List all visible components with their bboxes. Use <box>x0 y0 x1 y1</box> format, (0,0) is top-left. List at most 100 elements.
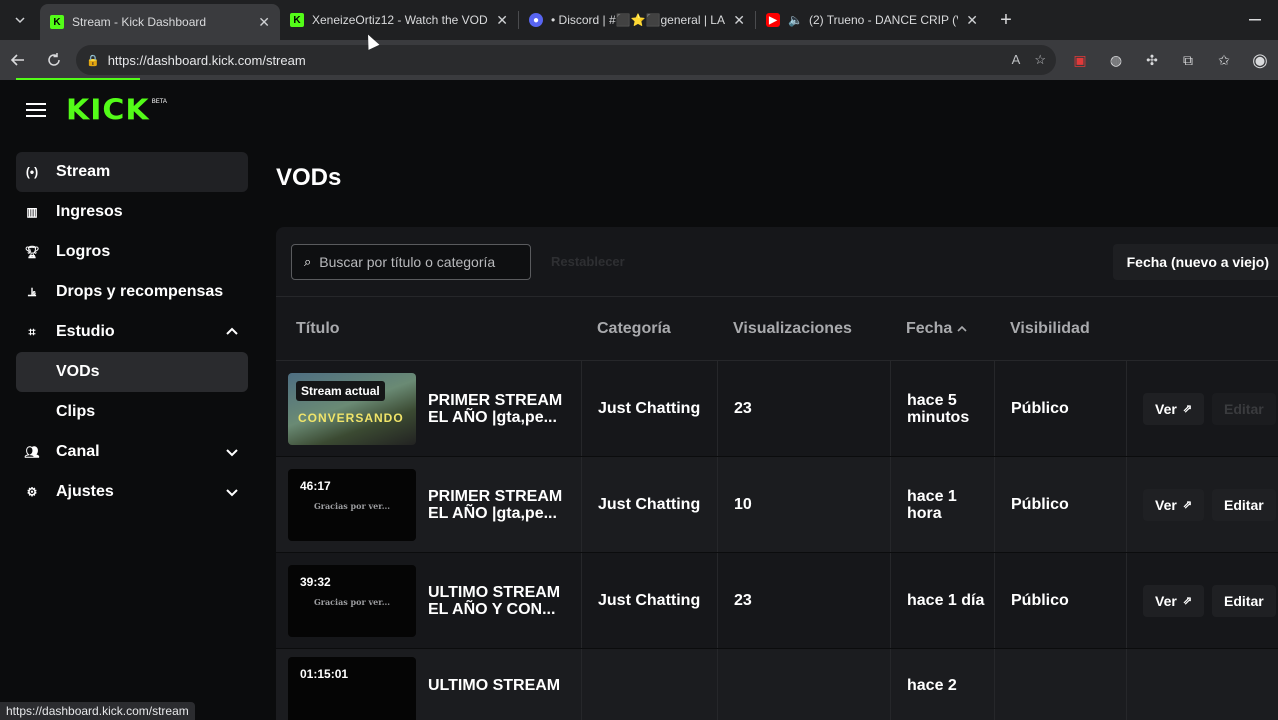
chart-icon: ▥ <box>26 205 38 219</box>
column-header-views[interactable]: Visualizaciones <box>717 297 890 360</box>
view-button[interactable]: Ver ⇗ <box>1143 584 1205 617</box>
vod-title[interactable]: PRIMER STREAM EL AÑO |gta,pe... <box>428 392 568 426</box>
split-screen-icon[interactable]: ⧉ <box>1170 40 1206 80</box>
column-header-category[interactable]: Categoría <box>581 297 717 360</box>
address-bar-row: 🔒 https://dashboard.kick.com/stream A ☆ … <box>0 40 1278 80</box>
lock-icon[interactable]: 🔒 <box>86 54 100 67</box>
kick-dashboard: KICK BETA (•) Stream ▥ Ingresos 🏆︎ Logro… <box>0 80 1278 720</box>
sidebar-item-drops[interactable]: ⫡ Drops y recompensas <box>16 272 248 312</box>
vod-actions <box>1126 649 1278 720</box>
sidebar-item-ingresos[interactable]: ▥ Ingresos <box>16 192 248 232</box>
view-button[interactable]: Ver ⇗ <box>1143 488 1205 521</box>
edit-button[interactable]: Editar <box>1212 488 1276 521</box>
vod-title[interactable]: PRIMER STREAM EL AÑO |gta,pe... <box>428 488 568 522</box>
favorites-icon[interactable]: ✩ <box>1206 40 1242 80</box>
gift-icon: ⫡ <box>27 284 36 299</box>
extensions-puzzle-icon[interactable]: ✣ <box>1134 40 1170 80</box>
vod-thumbnail[interactable]: 39:32 Gracias por ver... <box>288 564 416 637</box>
column-header-title[interactable]: Título <box>276 297 581 360</box>
vod-views: 23 <box>717 361 890 456</box>
extension-icon[interactable]: ◍ <box>1098 40 1134 80</box>
sidebar-item-clips[interactable]: Clips <box>16 392 248 432</box>
column-header-date[interactable]: Fecha <box>890 297 994 360</box>
reload-button[interactable] <box>36 40 72 80</box>
table-row[interactable]: 46:17 Gracias por ver... PRIMER STREAM E… <box>276 457 1278 553</box>
search-input[interactable]: ⌕ Buscar por título o categoría <box>291 243 531 280</box>
reset-filter-button[interactable]: Restablecer <box>551 254 625 269</box>
reload-icon <box>48 53 60 66</box>
minimize-icon <box>1249 19 1261 21</box>
close-icon[interactable]: ✕ <box>725 12 745 29</box>
chevron-down-icon <box>226 449 238 457</box>
tab-title: XeneizeOrtiz12 - Watch the VOD o <box>312 13 489 27</box>
edit-button[interactable]: Editar <box>1212 392 1276 425</box>
browser-tab[interactable]: K Stream - Kick Dashboard ✕ <box>40 4 280 40</box>
speaker-icon[interactable]: 🔈 <box>788 13 803 27</box>
close-icon[interactable]: ✕ <box>250 14 270 31</box>
view-button[interactable]: Ver ⇗ <box>1143 392 1205 425</box>
edit-button[interactable]: Editar <box>1212 584 1276 617</box>
thumbnail-caption: Gracias por ver... <box>313 500 391 511</box>
tab-title: • Discord | #⬛⭐⬛general | LA NAT <box>551 13 725 27</box>
vod-date: hace 1 día <box>890 553 994 648</box>
browser-tab[interactable]: K XeneizeOrtiz12 - Watch the VOD o ✕ <box>280 0 518 40</box>
vod-duration: 46:17 <box>300 478 331 493</box>
vod-thumbnail[interactable]: Stream actual CONVERSANDO <box>288 372 416 445</box>
sidebar-item-canal[interactable]: 👥︎ Canal <box>16 432 248 472</box>
chevron-down-icon <box>15 17 25 24</box>
sidebar-item-ajustes[interactable]: ⚙ Ajustes <box>16 472 248 512</box>
tab-list-button[interactable] <box>0 0 40 40</box>
vod-date: hace 2 <box>890 649 994 720</box>
vod-category: Just Chatting <box>581 457 717 552</box>
table-row[interactable]: 01:15:01 ULTIMO STREAM hace 2 <box>276 649 1278 720</box>
url-field[interactable]: 🔒 https://dashboard.kick.com/stream A ☆ <box>76 45 1056 75</box>
button-label: Ver <box>1155 496 1177 513</box>
read-aloud-icon[interactable]: A <box>1012 52 1021 68</box>
column-header-visibility[interactable]: Visibilidad <box>994 297 1126 360</box>
thumbnail-caption: Gracias por ver... <box>313 596 391 607</box>
close-icon[interactable]: ✕ <box>488 12 508 29</box>
sidebar-item-label: Stream <box>56 163 111 180</box>
vod-views: 23 <box>717 553 890 648</box>
browser-tab[interactable]: ● • Discord | #⬛⭐⬛general | LA NAT ✕ <box>519 0 755 40</box>
vod-visibility: Público <box>994 553 1126 648</box>
back-button[interactable] <box>0 40 36 80</box>
vod-actions: Ver ⇗ Editar <box>1126 457 1278 552</box>
sidebar-item-estudio[interactable]: ⌗ Estudio <box>16 312 248 352</box>
table-row[interactable]: Stream actual CONVERSANDO PRIMER STREAM … <box>276 361 1278 457</box>
vod-thumbnail[interactable]: 01:15:01 <box>288 657 416 720</box>
sidebar-item-label: VODs <box>56 363 100 380</box>
chevron-down-icon <box>226 489 238 497</box>
logo-row: KICK BETA <box>0 80 260 140</box>
sort-up-icon <box>957 325 967 332</box>
favorite-star-icon[interactable]: ☆ <box>1034 52 1046 68</box>
sort-dropdown[interactable]: Fecha (nuevo a viejo) <box>1112 243 1278 280</box>
kick-logo[interactable]: KICK <box>66 93 150 126</box>
studio-icon: ⌗ <box>28 324 36 339</box>
page-title: VODs <box>276 164 342 191</box>
column-header-label: Fecha <box>906 320 953 337</box>
column-header-actions <box>1126 297 1278 360</box>
sidebar-item-logros[interactable]: 🏆︎ Logros <box>16 232 248 272</box>
hamburger-menu-icon[interactable] <box>26 103 46 117</box>
minimize-button[interactable] <box>1232 0 1278 40</box>
vod-title[interactable]: ULTIMO STREAM EL AÑO Y CON... <box>428 584 568 618</box>
external-link-icon: ⇗ <box>1182 595 1193 607</box>
vod-title[interactable]: ULTIMO STREAM <box>428 677 568 694</box>
browser-tab[interactable]: ▶ 🔈 (2) Trueno - DANCE CRIP (Vid ✕ <box>756 0 988 40</box>
sidebar-item-vods[interactable]: VODs <box>16 352 248 392</box>
discord-icon: ● <box>529 13 543 27</box>
live-badge: Stream actual <box>296 380 385 401</box>
sidebar-item-stream[interactable]: (•) Stream <box>16 152 248 192</box>
close-icon[interactable]: ✕ <box>958 12 978 29</box>
extension-icon[interactable]: ▣ <box>1062 40 1098 80</box>
profile-avatar[interactable]: ◉ <box>1242 40 1278 80</box>
new-tab-button[interactable]: + <box>988 0 1024 40</box>
vod-thumbnail[interactable]: 46:17 Gracias por ver... <box>288 468 416 541</box>
vod-views: 10 <box>717 457 890 552</box>
sidebar-item-label: Ingresos <box>56 203 123 220</box>
table-header: Título Categoría Visualizaciones Fecha V… <box>276 297 1278 361</box>
broadcast-icon: (•) <box>25 165 39 179</box>
button-label: Ver <box>1155 592 1177 609</box>
table-row[interactable]: 39:32 Gracias por ver... ULTIMO STREAM E… <box>276 553 1278 649</box>
